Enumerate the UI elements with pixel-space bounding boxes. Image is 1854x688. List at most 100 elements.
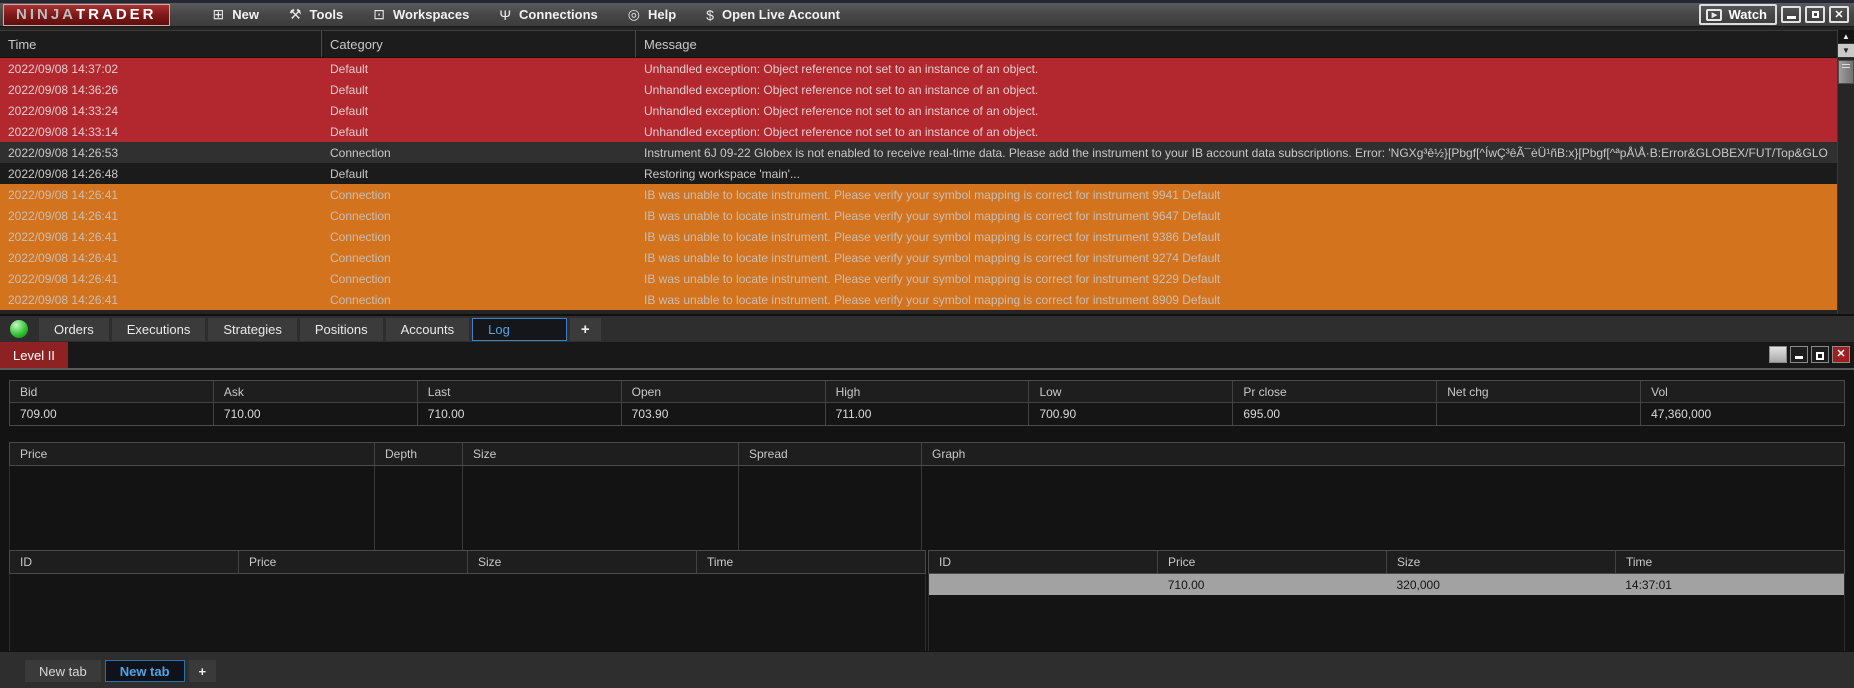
quote-header-bid: Bid <box>10 381 214 403</box>
menu-item-label: Open Live Account <box>721 7 840 22</box>
minimize-button[interactable] <box>1781 6 1801 23</box>
log-cell-message: IB was unable to locate instrument. Plea… <box>644 271 1221 286</box>
tools-icon: ⚒ <box>288 6 302 22</box>
menubar-right-controls: ▶ Watch ✕ <box>1699 4 1854 25</box>
log-cell-time: 2022/09/08 14:33:14 <box>8 124 119 139</box>
log-cell-time: 2022/09/08 14:26:41 <box>8 229 119 244</box>
menu-item-open-live-account[interactable]: $ Open Live Account <box>691 3 855 26</box>
menu-item-help[interactable]: ◎ Help <box>613 3 691 26</box>
log-row[interactable]: 2022/09/08 14:26:41 Connection IB was unab… <box>0 247 1837 268</box>
quote-value-bid: 709.00 <box>10 403 214 425</box>
quote-table: Bid Ask Last Open High Low Pr close Net chg Vol … <box>9 380 1845 426</box>
log-row[interactable]: 2022/09/08 14:26:41 Connection IB was unab… <box>0 205 1837 226</box>
log-row[interactable]: 2022/09/08 14:37:02 Default Unhandled exce… <box>0 58 1837 79</box>
logo-text-ninja: NINJA <box>16 6 77 23</box>
log-row[interactable]: 2022/09/08 14:26:41 Connection IB was unab… <box>0 268 1837 289</box>
log-row[interactable]: 2022/09/08 14:36:26 Default Unhandled exce… <box>0 79 1837 100</box>
menu-item-tools[interactable]: ⚒ Tools <box>274 3 358 26</box>
tns-cell-time: 14:37:01 <box>1625 577 1672 592</box>
tab-accounts[interactable]: Accounts <box>385 317 470 341</box>
tns-right-header-id: ID <box>929 551 1158 573</box>
ladder-body-column-price <box>10 466 375 550</box>
quote-value-ask: 710.00 <box>213 403 418 425</box>
log-rows: 2022/09/08 14:37:02 Default Unhandled exce… <box>0 58 1837 310</box>
log-row[interactable]: 2022/09/08 14:26:41 Connection IB was unab… <box>0 289 1837 310</box>
scrollbar-thumb[interactable] <box>1838 60 1854 84</box>
level2-title-bar[interactable]: Level II ✕ <box>0 342 1854 368</box>
log-cell-category: Connection <box>330 271 391 286</box>
ninjatrader-logo: NINJA TRADER <box>3 3 170 26</box>
add-tab-button[interactable]: + <box>569 317 601 341</box>
log-cell-message: IB was unable to locate instrument. Plea… <box>644 292 1221 307</box>
minimize-icon <box>1786 16 1796 19</box>
quote-header-high: High <box>825 381 1030 403</box>
menu-item-new[interactable]: ⊞ New <box>198 3 274 26</box>
log-cell-category: Connection <box>330 208 391 223</box>
level2-tab-1[interactable]: New tab <box>25 660 101 682</box>
log-cell-category: Connection <box>330 292 391 307</box>
scroll-down-icon[interactable]: ▼ <box>1838 44 1854 58</box>
log-cell-time: 2022/09/08 14:36:26 <box>8 82 119 97</box>
tab-executions[interactable]: Executions <box>111 317 206 341</box>
menu-item-workspaces[interactable]: ⊡ Workspaces <box>358 3 484 26</box>
menu-item-connections[interactable]: Ψ Connections <box>484 3 612 26</box>
log-column-header-category[interactable]: Category <box>322 31 636 57</box>
level2-tab-2[interactable]: New tab <box>104 660 185 682</box>
tns-left-header-time: Time <box>697 551 925 573</box>
depth-ladder: Price Depth Size Spread Graph <box>9 442 1845 550</box>
tab-strategies[interactable]: Strategies <box>208 317 297 341</box>
quote-value-open: 703.90 <box>621 403 826 425</box>
scrollbar-grip <box>1842 64 1850 70</box>
quote-value-net-chg <box>1437 403 1642 425</box>
log-row[interactable]: 2022/09/08 14:26:41 Connection IB was unab… <box>0 184 1837 205</box>
log-row[interactable]: 2022/09/08 14:33:24 Default Unhandled exce… <box>0 100 1837 121</box>
log-cell-category: Default <box>330 124 369 139</box>
ladder-body[interactable] <box>9 466 1845 550</box>
level2-link-button[interactable] <box>1769 346 1787 363</box>
tns-left-body[interactable] <box>9 574 926 653</box>
tab-log[interactable]: Log <box>472 317 567 341</box>
ladder-body-column-size <box>463 466 739 550</box>
level2-maximize-icon <box>1816 352 1824 360</box>
tns-right-header-size: Size <box>1387 551 1616 573</box>
level2-minimize-button[interactable] <box>1790 346 1808 363</box>
panel-tab-bar: Orders Executions Strategies Positions Accou… <box>0 314 1854 342</box>
log-cell-time: 2022/09/08 14:26:41 <box>8 250 119 265</box>
log-cell-category: Connection <box>330 145 391 160</box>
log-row[interactable]: 2022/09/08 14:26:48 Default Restoring work… <box>0 163 1837 184</box>
tns-trade-row[interactable]: 710.00 320,000 14:37:01 <box>929 574 1844 595</box>
tns-right-body[interactable]: 710.00 320,000 14:37:01 <box>928 574 1845 653</box>
level2-content: Bid Ask Last Open High Low Pr close Net chg Vol … <box>0 368 1854 688</box>
tab-orders[interactable]: Orders <box>39 317 109 341</box>
ladder-body-column-depth <box>375 466 463 550</box>
log-cell-time: 2022/09/08 14:26:41 <box>8 271 119 286</box>
log-cell-time: 2022/09/08 14:26:41 <box>8 292 119 307</box>
watch-button-label: Watch <box>1728 7 1767 22</box>
level2-close-button[interactable]: ✕ <box>1832 346 1850 363</box>
tns-right-header-row: ID Price Size Time <box>928 550 1845 574</box>
tns-left-header-price: Price <box>239 551 468 573</box>
log-cell-category: Default <box>330 103 369 118</box>
log-column-header-time[interactable]: Time <box>0 31 322 57</box>
log-row[interactable]: 2022/09/08 14:26:53 Connection Instrument … <box>0 142 1837 163</box>
dollar-icon: $ <box>706 6 714 23</box>
log-row[interactable]: 2022/09/08 14:33:14 Default Unhandled exce… <box>0 121 1837 142</box>
maximize-button[interactable] <box>1805 6 1825 23</box>
quote-header-row: Bid Ask Last Open High Low Pr close Net chg Vol <box>10 381 1845 403</box>
log-row[interactable]: 2022/09/08 14:26:41 Connection IB was unab… <box>0 226 1837 247</box>
time-and-sales: ID Price Size Time ID Price Size Time 710.00 32… <box>9 550 1845 653</box>
close-icon: ✕ <box>1834 8 1844 21</box>
level2-maximize-button[interactable] <box>1811 346 1829 363</box>
log-cell-category: Default <box>330 61 369 76</box>
log-cell-time: 2022/09/08 14:33:24 <box>8 103 119 118</box>
log-scrollbar[interactable]: ▲ ▼ <box>1837 30 1854 314</box>
tv-watch-icon: ▶ <box>1706 8 1723 21</box>
watch-button[interactable]: ▶ Watch <box>1699 4 1777 25</box>
close-button[interactable]: ✕ <box>1829 6 1849 23</box>
tns-left-header-id: ID <box>10 551 239 573</box>
log-column-header-message[interactable]: Message <box>636 31 1837 57</box>
tab-positions[interactable]: Positions <box>299 317 383 341</box>
log-cell-message: IB was unable to locate instrument. Plea… <box>644 187 1221 202</box>
level2-add-tab-button[interactable]: + <box>188 660 217 682</box>
scroll-up-icon[interactable]: ▲ <box>1838 30 1854 44</box>
